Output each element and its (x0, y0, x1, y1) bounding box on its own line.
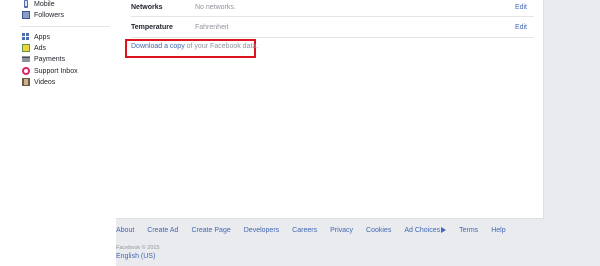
support-inbox-icon (22, 67, 30, 75)
footer-link-ad-choices[interactable]: Ad Choices (404, 226, 447, 234)
settings-row-networks: Networks No networks. Edit (131, 0, 543, 16)
sidebar-item-label: Ads (34, 44, 47, 52)
footer-link-help[interactable]: Help (491, 227, 505, 234)
sidebar-item-ads[interactable]: Ads (22, 43, 46, 53)
videos-icon (22, 78, 30, 86)
ad-choices-label: Ad Choices (404, 226, 441, 234)
footer-link-create-ad[interactable]: Create Ad (147, 227, 178, 234)
footer-link-create-page[interactable]: Create Page (191, 227, 230, 234)
footer-link-cookies[interactable]: Cookies (366, 227, 391, 234)
sidebar-item-apps[interactable]: Apps (22, 32, 50, 42)
language-link[interactable]: English (US) (116, 253, 155, 260)
download-copy-suffix: of your Facebook data. (184, 43, 259, 50)
footer-link-terms[interactable]: Terms (459, 227, 478, 234)
followers-icon (22, 11, 30, 19)
edit-temperature-link[interactable]: Edit (515, 24, 527, 31)
mobile-icon (22, 0, 30, 8)
row-label: Temperature (131, 23, 173, 31)
copyright: Facebook © 2015 (116, 245, 160, 251)
sidebar-item-videos[interactable]: Videos (22, 77, 55, 87)
sidebar-item-payments[interactable]: Payments (22, 54, 65, 64)
row-divider (131, 16, 534, 17)
footer-link-privacy[interactable]: Privacy (330, 227, 353, 234)
sidebar-item-support-inbox[interactable]: Support Inbox (22, 66, 78, 76)
footer-link-careers[interactable]: Careers (292, 227, 317, 234)
left-sidebar: Mobile Followers Apps Ads Payments Suppo… (0, 0, 116, 266)
sidebar-divider (20, 26, 110, 27)
download-copy-link[interactable]: Download a copy (131, 43, 185, 50)
sidebar-item-label: Support Inbox (34, 67, 78, 75)
edit-networks-link[interactable]: Edit (515, 4, 527, 11)
sidebar-item-label: Apps (34, 33, 50, 41)
settings-panel: Networks No networks. Edit Temperature F… (116, 0, 544, 219)
row-divider (131, 37, 534, 38)
sidebar-item-followers[interactable]: Followers (22, 10, 64, 20)
download-data-text: Download a copy of your Facebook data. (131, 43, 258, 50)
ads-icon (22, 44, 30, 52)
sidebar-item-label: Payments (34, 55, 66, 63)
sidebar-item-label: Videos (34, 78, 56, 86)
ad-choices-icon (441, 226, 447, 233)
sidebar-item-label: Mobile (34, 0, 55, 8)
footer-link-developers[interactable]: Developers (244, 227, 279, 234)
payments-icon (22, 55, 30, 63)
footer-link-about[interactable]: About (116, 227, 134, 234)
apps-icon (22, 33, 30, 41)
sidebar-item-mobile[interactable]: Mobile (22, 0, 55, 9)
settings-row-temperature: Temperature Fahrenheit Edit (131, 18, 543, 36)
row-label: Networks (131, 3, 163, 11)
row-value: No networks. (195, 3, 236, 11)
footer-links: About Create Ad Create Page Developers C… (116, 225, 519, 235)
row-value: Fahrenheit (195, 23, 229, 31)
sidebar-item-label: Followers (34, 11, 64, 19)
